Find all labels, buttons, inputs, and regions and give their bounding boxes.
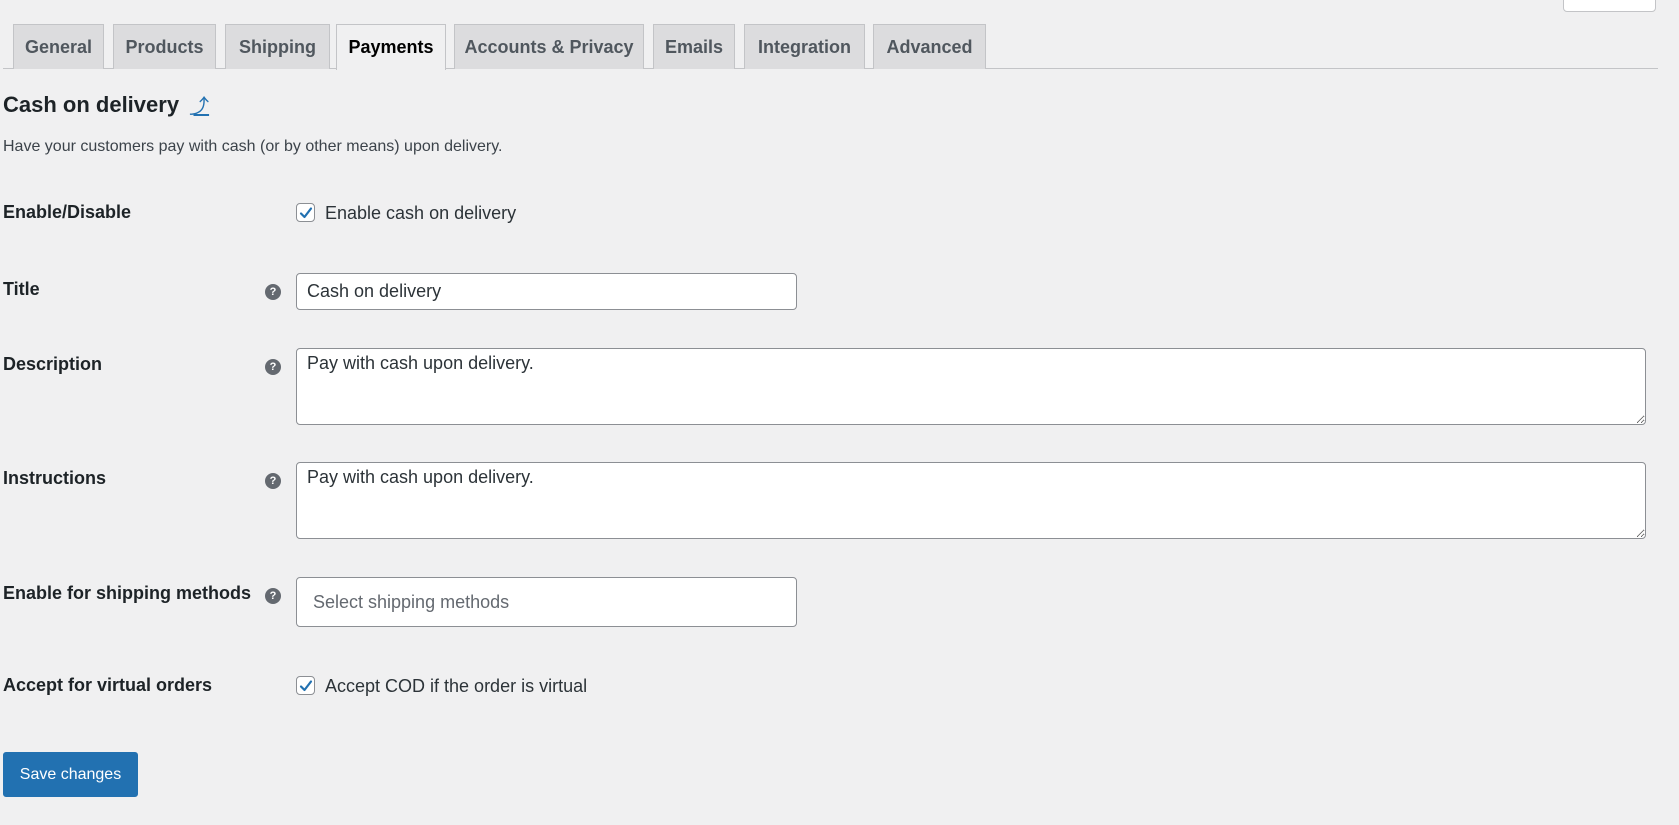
section-description: Have your customers pay with cash (or by… xyxy=(3,138,503,155)
title-input[interactable] xyxy=(296,273,797,310)
tab-advanced[interactable]: Advanced xyxy=(873,24,986,69)
description-help-icon[interactable]: ? xyxy=(265,359,281,375)
save-changes-button[interactable]: Save changes xyxy=(3,752,138,797)
enable-cod-checkbox[interactable] xyxy=(296,203,315,222)
tab-emails[interactable]: Emails xyxy=(653,24,735,69)
title-label: Title xyxy=(3,279,40,299)
section-title-text: Cash on delivery xyxy=(3,91,180,117)
tab-accounts-privacy[interactable]: Accounts & Privacy xyxy=(454,24,644,69)
tab-integration[interactable]: Integration xyxy=(744,24,865,69)
tab-general[interactable]: General xyxy=(13,24,104,69)
return-to-payments-icon[interactable]: ⤴ xyxy=(189,90,209,119)
tab-payments[interactable]: Payments xyxy=(336,24,446,70)
instructions-help-icon[interactable]: ? xyxy=(265,473,281,489)
page-title: Cash on delivery ⤴ xyxy=(3,90,209,119)
shipping-methods-help-icon[interactable]: ? xyxy=(265,588,281,604)
shipping-methods-placeholder: Select shipping methods xyxy=(313,591,510,612)
settings-tabs: General Products Shipping Payments Accou… xyxy=(3,24,1658,70)
help-tab-button[interactable] xyxy=(1563,0,1656,12)
enable-disable-label: Enable/Disable xyxy=(3,202,132,222)
description-textarea[interactable]: Pay with cash upon delivery. xyxy=(296,348,1646,425)
instructions-label: Instructions xyxy=(3,468,107,488)
tab-shipping[interactable]: Shipping xyxy=(225,24,330,69)
checkmark-icon xyxy=(299,206,312,218)
accept-virtual-checkbox[interactable] xyxy=(296,676,315,695)
shipping-methods-label: Enable for shipping methods xyxy=(3,583,252,603)
virtual-orders-label: Accept for virtual orders xyxy=(3,675,213,695)
accept-virtual-checkbox-label[interactable]: Accept COD if the order is virtual xyxy=(325,676,587,697)
instructions-textarea[interactable]: Pay with cash upon delivery. xyxy=(296,462,1646,539)
enable-cod-checkbox-label[interactable]: Enable cash on delivery xyxy=(325,203,516,224)
description-label: Description xyxy=(3,354,103,374)
tab-products[interactable]: Products xyxy=(113,24,216,69)
title-help-icon[interactable]: ? xyxy=(265,284,281,300)
checkmark-icon xyxy=(299,679,312,691)
shipping-methods-select[interactable]: Select shipping methods xyxy=(296,577,797,627)
